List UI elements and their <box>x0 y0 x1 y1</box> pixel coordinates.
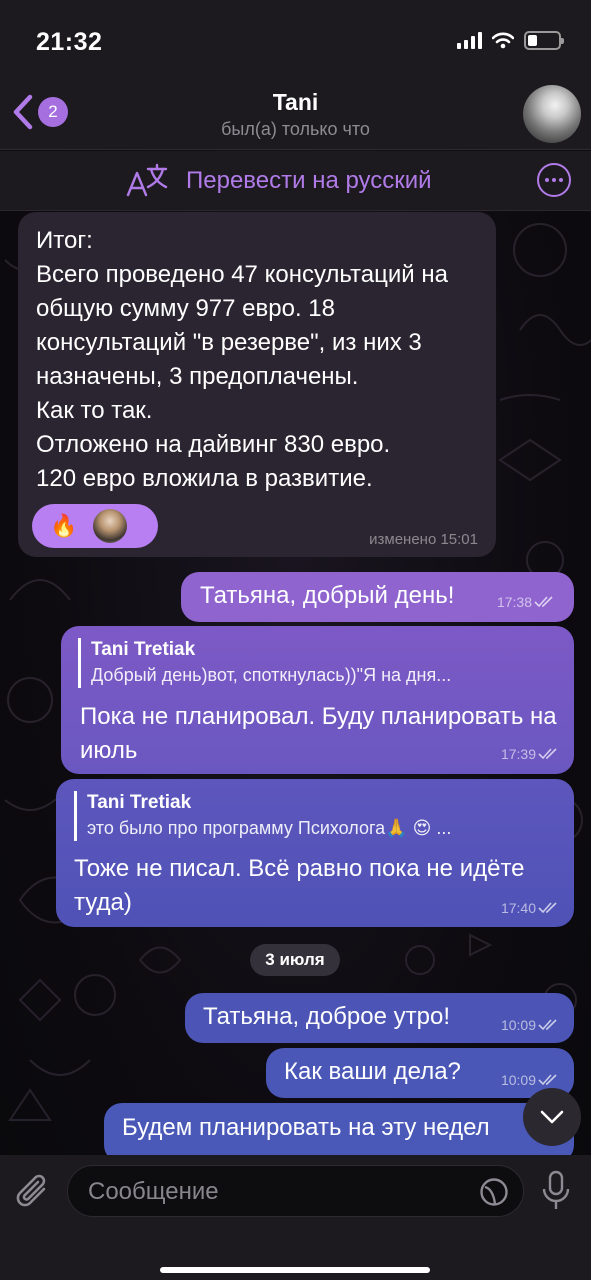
signal-icon <box>457 32 482 49</box>
reply-text: это было про программу Психолога🙏 😍 ... <box>87 818 452 838</box>
message-text: Будем планировать на эту недел <box>122 1114 490 1141</box>
double-check-icon <box>534 596 553 608</box>
message-outgoing[interactable]: Как ваши дела? 10:09 <box>266 1048 574 1098</box>
message-meta: 10:09 <box>501 1072 560 1088</box>
message-meta: 17:38 <box>497 594 556 610</box>
more-icon[interactable] <box>537 163 571 197</box>
chat-last-seen: был(а) только что <box>221 119 370 139</box>
reply-preview[interactable]: Tani Tretiak это было про программу Псих… <box>74 791 559 841</box>
home-indicator <box>160 1267 430 1273</box>
double-check-icon <box>538 1019 557 1031</box>
status-time: 21:32 <box>36 28 103 56</box>
message-input[interactable]: Сообщение <box>67 1165 524 1217</box>
message-meta: 17:40 <box>501 900 560 916</box>
message-outgoing-reply[interactable]: Tani Tretiak это было про программу Псих… <box>56 779 574 927</box>
message-meta: 10:09 <box>501 1017 560 1033</box>
translate-icon[interactable] <box>126 163 170 199</box>
double-check-icon <box>538 902 557 914</box>
message-input-placeholder: Сообщение <box>88 1178 219 1205</box>
sticker-icon[interactable] <box>479 1177 509 1207</box>
message-text: Как ваши дела? <box>284 1058 461 1085</box>
status-bar: 21:32 <box>0 0 591 80</box>
message-text: Итог: Всего проведено 47 консультаций на… <box>36 227 448 492</box>
message-outgoing[interactable]: Будем планировать на эту недел <box>104 1103 574 1163</box>
status-icons <box>457 31 564 50</box>
message-text: Пока не планировал. Буду планировать на … <box>80 703 557 764</box>
message-incoming[interactable]: Итог: Всего проведено 47 консультаций на… <box>18 212 496 557</box>
chevron-down-icon <box>540 1110 564 1124</box>
battery-icon <box>524 31 564 50</box>
message-time: 17:40 <box>500 900 536 916</box>
message-text: Тоже не писал. Всё равно пока не идёте т… <box>74 855 525 916</box>
message-text: Татьяна, добрый день! <box>200 582 455 609</box>
scroll-down-button[interactable] <box>523 1088 581 1146</box>
message-outgoing-reply[interactable]: Tani Tretiak Добрый день)вот, споткнулас… <box>61 626 574 774</box>
message-time: 17:39 <box>500 746 536 762</box>
chat-header: 2 Tani был(а) только что <box>0 80 591 150</box>
wifi-icon <box>492 32 514 49</box>
double-check-icon <box>538 748 557 760</box>
reply-author: Tani Tretiak <box>91 639 196 660</box>
reply-preview[interactable]: Tani Tretiak Добрый день)вот, споткнулас… <box>78 638 558 688</box>
fire-reaction-icon: 🔥 <box>50 513 78 538</box>
reaction-avatar <box>93 509 128 543</box>
reply-text: Добрый день)вот, споткнулась))"Я на дня.… <box>91 665 452 685</box>
message-time: 10:09 <box>500 1072 536 1088</box>
translate-bar: Перевести на русский <box>0 151 591 211</box>
message-outgoing[interactable]: Татьяна, добрый день! 17:38 <box>181 572 574 622</box>
reactions[interactable]: 🔥 <box>32 504 158 548</box>
message-time: 17:38 <box>496 594 532 610</box>
microphone-icon[interactable] <box>541 1169 571 1213</box>
paperclip-icon[interactable] <box>16 1171 52 1211</box>
chat-title[interactable]: Tani <box>0 89 591 116</box>
message-meta: 17:39 <box>501 746 560 762</box>
message-outgoing[interactable]: Татьяна, доброе утро! 10:09 <box>185 993 574 1043</box>
input-bar: Сообщение <box>0 1155 591 1280</box>
message-time: изменено 15:01 <box>369 531 478 548</box>
date-separator: 3 июля <box>250 944 340 976</box>
double-check-icon <box>538 1074 557 1086</box>
contact-avatar[interactable] <box>523 85 581 143</box>
message-time: 10:09 <box>500 1017 536 1033</box>
message-text: Татьяна, доброе утро! <box>203 1003 450 1030</box>
reply-author: Tani Tretiak <box>87 792 192 813</box>
translate-button[interactable]: Перевести на русский <box>186 167 432 195</box>
